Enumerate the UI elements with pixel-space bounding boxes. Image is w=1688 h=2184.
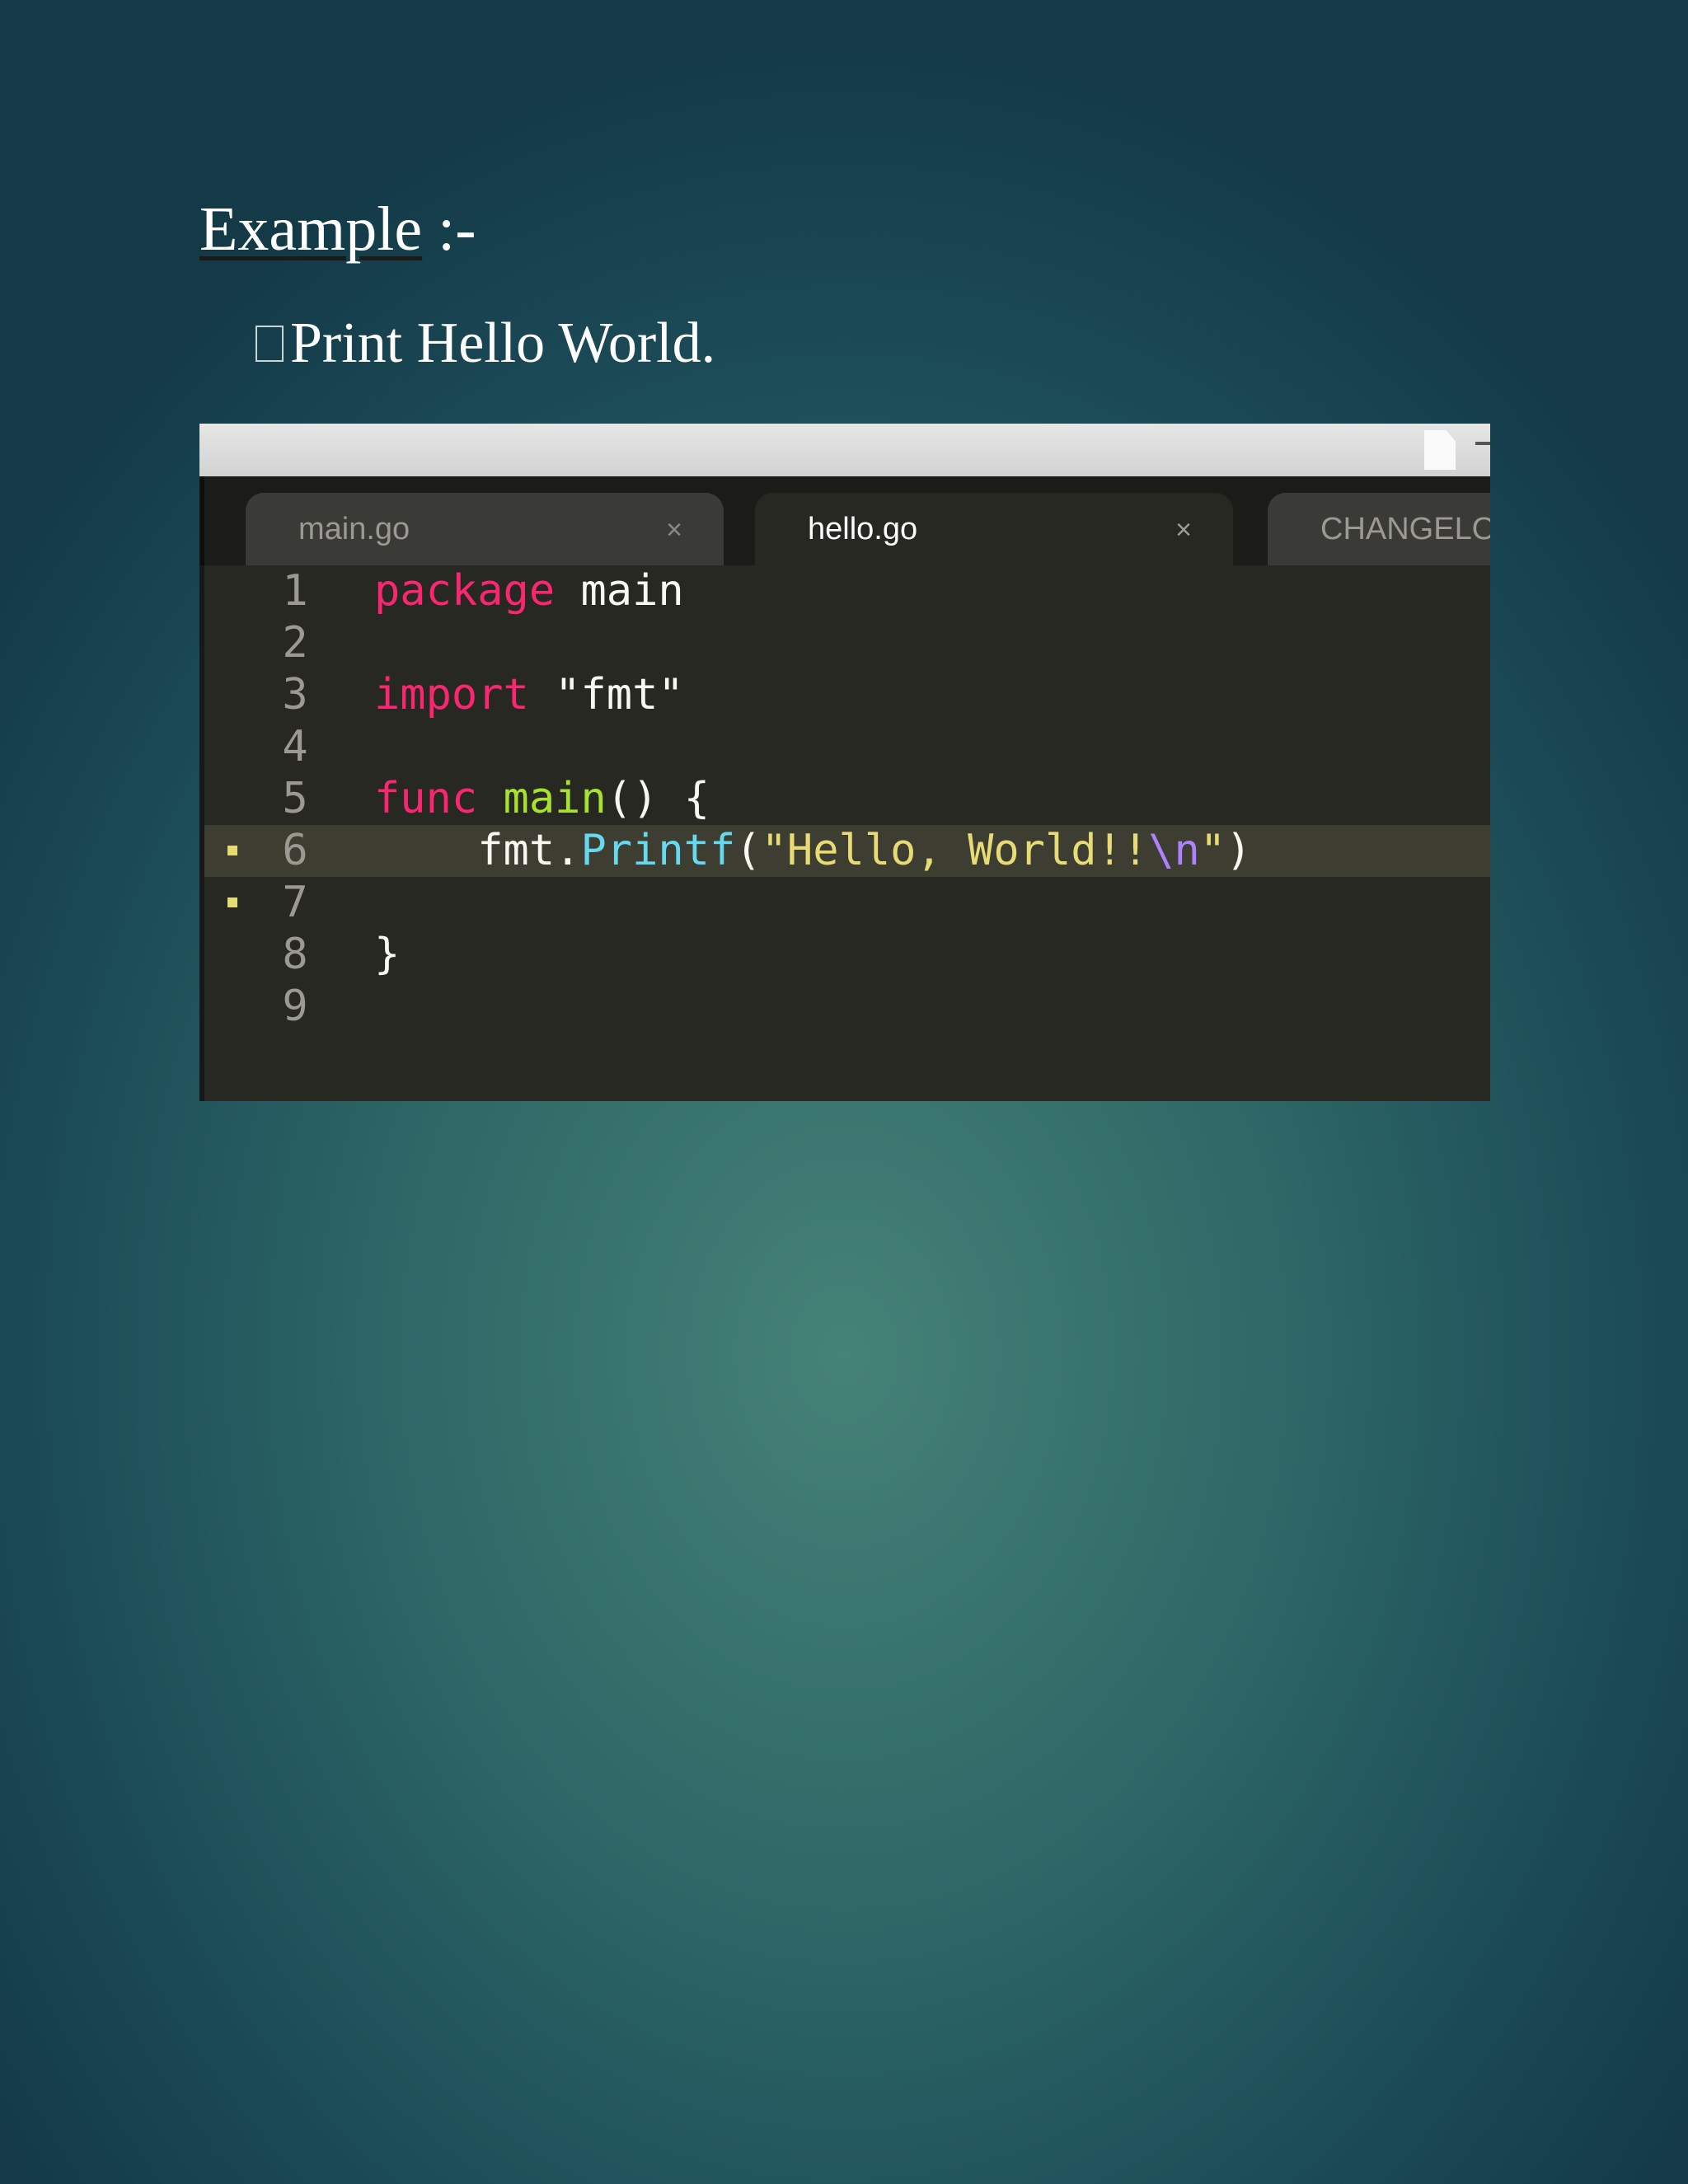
close-icon[interactable]: × [1175,514,1192,546]
line-number: 9 [282,982,308,1031]
code-text: package main [374,565,684,617]
code-text: func main() { [374,773,710,825]
bullet-box-icon [256,326,284,362]
token-keyword: import [374,670,529,719]
slide-heading: Example :- [199,198,476,260]
line-number: 6 [282,826,308,875]
token-punctuation: ( [735,826,762,875]
code-line: 2 [204,617,1490,669]
token-string: "Hello, World!! [761,826,1149,875]
code-area[interactable]: 1 package main 2 3 import "fmt" 4 5 func… [199,565,1490,1101]
token-function: main [477,774,607,823]
token-escape: \n [1148,826,1200,875]
bullet-text: Print Hello World. [290,312,716,375]
code-line: 7 [204,877,1490,929]
code-line: 9 [204,981,1490,1033]
code-line: 5 func main() { [204,773,1490,825]
code-text: fmt.Printf("Hello, World!!\n") [374,825,1251,877]
code-text: import "fmt" [374,669,684,721]
code-text: } [374,929,400,981]
line-number: 7 [282,878,308,927]
bullet-item: Print Hello World. [256,315,715,373]
token-builtin: Printf [580,826,736,875]
heading-suffix: :- [422,194,476,264]
code-editor-screenshot: main.go × hello.go × CHANGELO 1 package … [199,424,1490,1101]
tab-label: main.go [298,511,410,546]
minimize-icon [1475,442,1490,452]
line-number: 4 [282,722,308,771]
window-top-bar [199,424,1490,476]
token-identifier: fmt. [374,826,581,875]
tab-strip: main.go × hello.go × CHANGELO [199,476,1490,565]
tab-label: CHANGELO [1320,511,1490,546]
token-punctuation: () { [606,774,710,823]
tab-main-go[interactable]: main.go × [246,493,724,565]
line-number: 1 [282,566,308,616]
line-number: 8 [282,930,308,979]
code-line: 3 import "fmt" [204,669,1490,721]
token-string-end: " [1199,826,1226,875]
tab-changelog[interactable]: CHANGELO [1268,493,1490,565]
token-string: "fmt" [528,670,684,719]
modified-marker-icon [227,846,237,855]
line-number: 5 [282,774,308,823]
code-line: 1 package main [204,565,1490,617]
line-number: 3 [282,670,308,719]
token-punctuation: ) [1226,826,1252,875]
code-line-current: 6 fmt.Printf("Hello, World!!\n") [204,825,1490,877]
document-icon [1424,430,1456,470]
tab-hello-go[interactable]: hello.go × [755,493,1233,565]
token-punctuation: } [374,930,401,979]
token-keyword: func [374,774,478,823]
heading-word: Example [199,194,423,264]
modified-marker-icon [227,898,237,907]
code-line: 8 } [204,929,1490,981]
tab-label: hello.go [808,511,918,546]
close-icon[interactable]: × [666,514,682,546]
code-line: 4 [204,721,1490,773]
token-keyword: package [374,566,556,616]
line-number: 2 [282,618,308,668]
token-identifier: main [555,566,684,616]
